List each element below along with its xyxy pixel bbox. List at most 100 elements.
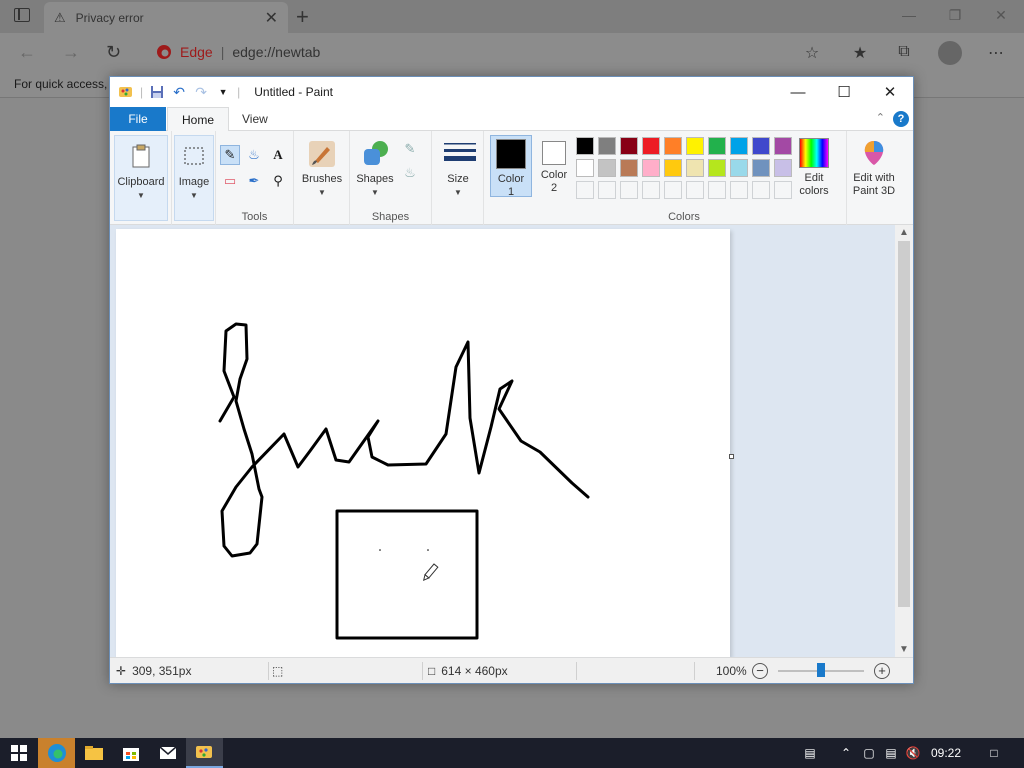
close-icon[interactable]: ✕ bbox=[867, 77, 913, 107]
pencil-tool-icon[interactable]: ✎ bbox=[220, 145, 240, 165]
palette-swatch[interactable] bbox=[642, 159, 660, 177]
start-button[interactable] bbox=[0, 738, 37, 768]
palette-swatch[interactable] bbox=[664, 137, 682, 155]
scrollbar-thumb[interactable] bbox=[898, 241, 910, 607]
paint-window-controls: — ☐ ✕ bbox=[775, 77, 913, 107]
canvas-resize-handle[interactable] bbox=[729, 454, 734, 459]
show-hidden-icons-icon[interactable]: ⌃ bbox=[834, 746, 858, 760]
browser-tab[interactable]: ⚠ Privacy error ✕ bbox=[44, 2, 288, 33]
palette-swatch[interactable] bbox=[664, 159, 682, 177]
customize-qa-dropdown-icon[interactable]: ▼ bbox=[215, 84, 231, 100]
magnifier-icon[interactable]: ⚲ bbox=[268, 171, 288, 191]
palette-swatch[interactable] bbox=[598, 159, 616, 177]
palette-swatch[interactable] bbox=[752, 159, 770, 177]
custom-color-slot[interactable] bbox=[774, 181, 792, 199]
palette-swatch[interactable] bbox=[774, 159, 792, 177]
collections-icon[interactable]: ⧉ bbox=[894, 43, 914, 61]
tab-home[interactable]: Home bbox=[167, 107, 230, 132]
close-icon[interactable]: ✕ bbox=[978, 0, 1024, 30]
palette-swatch[interactable] bbox=[620, 137, 638, 155]
palette-swatch[interactable] bbox=[642, 137, 660, 155]
refresh-icon[interactable]: ↻ bbox=[106, 42, 121, 63]
zoom-out-icon[interactable]: − bbox=[752, 663, 768, 679]
palette-swatch[interactable] bbox=[686, 137, 704, 155]
custom-color-slot[interactable] bbox=[620, 181, 638, 199]
fill-bucket-icon[interactable]: ♨ bbox=[244, 145, 264, 165]
profile-avatar[interactable] bbox=[938, 41, 962, 65]
clipboard-button[interactable]: Clipboard ▼ bbox=[114, 135, 168, 221]
colors-group: Color 1 Color 2 Edit colors Colors bbox=[484, 131, 902, 225]
image-button[interactable]: Image ▼ bbox=[174, 135, 214, 221]
palette-swatch[interactable] bbox=[752, 137, 770, 155]
more-menu-icon[interactable]: ⋯ bbox=[986, 43, 1006, 62]
minimize-icon[interactable]: — bbox=[886, 0, 932, 30]
shapes-button[interactable]: Shapes ▼ bbox=[354, 135, 396, 199]
color-picker-icon[interactable]: ✒ bbox=[244, 171, 264, 191]
palette-swatch[interactable] bbox=[576, 137, 594, 155]
custom-color-slot[interactable] bbox=[664, 181, 682, 199]
tab-actions-icon[interactable] bbox=[14, 8, 30, 22]
palette-swatch[interactable] bbox=[774, 137, 792, 155]
taskbar-file-explorer[interactable] bbox=[75, 738, 112, 768]
notifications-icon[interactable]: □ bbox=[974, 746, 1014, 760]
add-favorite-icon[interactable]: ☆ bbox=[802, 43, 822, 62]
save-icon[interactable] bbox=[149, 84, 165, 100]
taskbar-edge[interactable] bbox=[38, 738, 75, 768]
minimize-icon[interactable]: — bbox=[775, 77, 821, 107]
zoom-in-icon[interactable]: + bbox=[874, 663, 890, 679]
palette-swatch[interactable] bbox=[708, 159, 726, 177]
help-icon[interactable]: ? bbox=[893, 111, 909, 127]
brushes-button[interactable]: Brushes ▼ bbox=[298, 135, 346, 199]
eraser-icon[interactable]: ▭ bbox=[220, 171, 240, 191]
clock[interactable]: 09:22 bbox=[924, 746, 968, 760]
taskbar-mail[interactable] bbox=[149, 738, 186, 768]
color1-button[interactable]: Color 1 bbox=[490, 135, 532, 198]
palette-swatch[interactable] bbox=[598, 137, 616, 155]
tab-file[interactable]: File bbox=[110, 107, 166, 131]
new-tab-icon[interactable]: + bbox=[296, 4, 309, 30]
favorites-icon[interactable]: ★ bbox=[850, 43, 870, 62]
custom-color-slot[interactable] bbox=[598, 181, 616, 199]
edit-colors-button[interactable]: Edit colors bbox=[794, 135, 834, 198]
size-button[interactable]: Size ▼ bbox=[436, 135, 480, 199]
volume-muted-icon[interactable]: 🔇 bbox=[902, 746, 924, 760]
scroll-up-icon[interactable]: ▲ bbox=[895, 227, 913, 238]
edit-with-paint3d-button[interactable]: Edit with Paint 3D bbox=[849, 135, 899, 198]
palette-swatch[interactable] bbox=[576, 159, 594, 177]
text-tool-icon[interactable]: A bbox=[268, 145, 288, 165]
forward-arrow-icon[interactable]: → bbox=[62, 42, 80, 63]
taskbar-paint[interactable] bbox=[186, 738, 223, 768]
custom-color-slot[interactable] bbox=[686, 181, 704, 199]
drawing-canvas[interactable] bbox=[116, 229, 730, 657]
browser-tab-strip: ⚠ Privacy error ✕ + — ❐ ✕ bbox=[0, 0, 1024, 33]
palette-swatch[interactable] bbox=[620, 159, 638, 177]
taskbar-store[interactable] bbox=[112, 738, 149, 768]
address-bar[interactable]: Edge | edge://newtab bbox=[144, 38, 844, 66]
scroll-down-icon[interactable]: ▼ bbox=[895, 644, 913, 655]
palette-swatch[interactable] bbox=[708, 137, 726, 155]
palette-swatch[interactable] bbox=[730, 137, 748, 155]
zoom-slider-thumb[interactable] bbox=[817, 663, 825, 677]
undo-icon[interactable]: ↶ bbox=[171, 84, 187, 100]
custom-color-slot[interactable] bbox=[708, 181, 726, 199]
device-icon[interactable]: ▢ bbox=[858, 746, 880, 760]
maximize-icon[interactable]: ☐ bbox=[821, 77, 867, 107]
vertical-scrollbar[interactable]: ▲ ▼ bbox=[895, 225, 913, 657]
restore-icon[interactable]: ❐ bbox=[932, 0, 978, 30]
custom-color-slot[interactable] bbox=[730, 181, 748, 199]
custom-color-slot[interactable] bbox=[752, 181, 770, 199]
tab-view[interactable]: View bbox=[228, 107, 282, 131]
palette-swatch[interactable] bbox=[730, 159, 748, 177]
palette-swatch[interactable] bbox=[686, 159, 704, 177]
redo-icon[interactable]: ↷ bbox=[193, 84, 209, 100]
tab-close-icon[interactable]: ✕ bbox=[265, 8, 278, 28]
news-widget-icon[interactable]: ▤ bbox=[796, 746, 824, 760]
shape-fill-icon[interactable]: ♨ bbox=[400, 163, 420, 183]
custom-color-slot[interactable] bbox=[576, 181, 594, 199]
outline-icon[interactable]: ✎ bbox=[400, 139, 420, 159]
custom-color-slot[interactable] bbox=[642, 181, 660, 199]
network-icon[interactable]: ▤ bbox=[880, 746, 902, 760]
back-arrow-icon[interactable]: ← bbox=[18, 42, 36, 63]
color2-button[interactable]: Color 2 bbox=[534, 135, 574, 197]
minimize-ribbon-icon[interactable]: ⌃ bbox=[876, 111, 885, 124]
